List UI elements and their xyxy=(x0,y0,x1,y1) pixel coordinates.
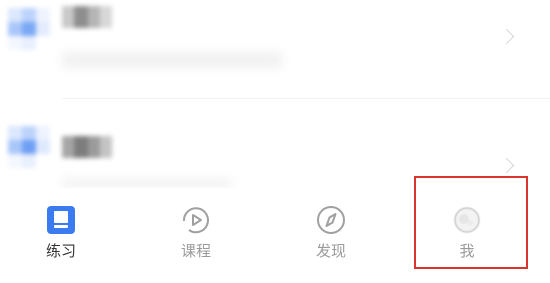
chevron-right-icon xyxy=(498,28,515,45)
practice-icon xyxy=(47,206,75,234)
list-item-title xyxy=(62,6,112,28)
list-item-subtitle xyxy=(62,52,282,68)
list-item[interactable] xyxy=(0,0,550,99)
highlight-box xyxy=(414,176,528,269)
divider xyxy=(62,98,550,99)
screen: 练习 课程 发现 我 xyxy=(0,0,550,283)
avatar xyxy=(8,126,50,170)
course-play-icon xyxy=(182,207,209,234)
tab-practice[interactable]: 练习 xyxy=(6,188,116,283)
compass-icon xyxy=(317,206,345,234)
tab-label: 课程 xyxy=(180,242,211,260)
list-item-title xyxy=(62,136,112,158)
tab-course[interactable]: 课程 xyxy=(141,188,251,283)
tab-discover[interactable]: 发现 xyxy=(276,188,386,283)
tab-label: 发现 xyxy=(315,242,346,260)
avatar xyxy=(8,8,50,52)
tab-label: 练习 xyxy=(45,242,76,260)
list-item-subtitle xyxy=(62,178,232,188)
